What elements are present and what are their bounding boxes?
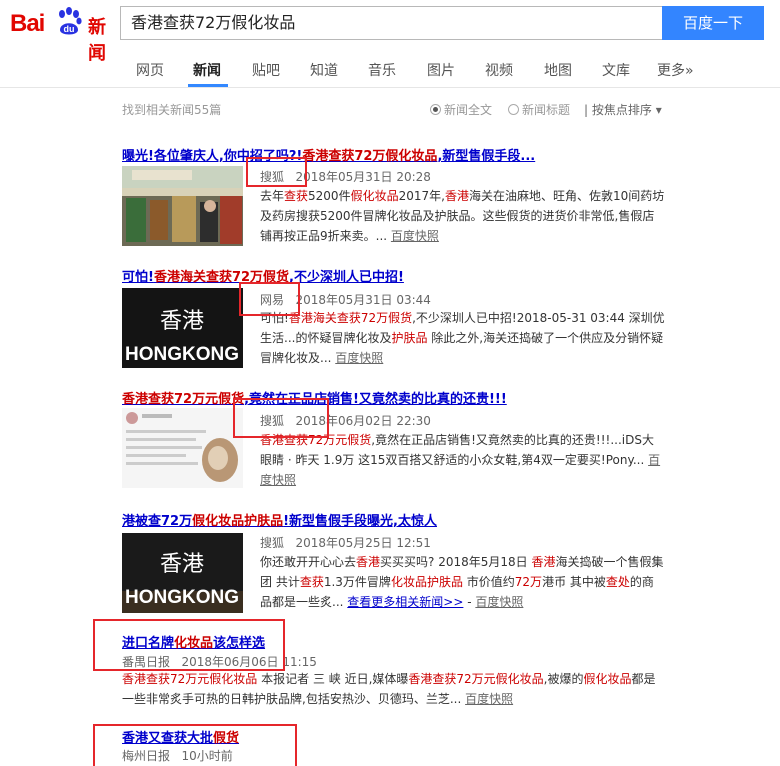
shop-photo-image — [122, 166, 243, 246]
tab-tieba[interactable]: 贴吧 — [252, 60, 280, 80]
radio-title[interactable] — [508, 104, 519, 115]
tab-images[interactable]: 图片 — [427, 60, 455, 80]
tab-web[interactable]: 网页 — [136, 60, 164, 80]
option-title-label: 新闻标题 — [522, 103, 571, 117]
hongkong-poster-image: 香港 HONGKONG — [122, 533, 243, 613]
annotation-box — [93, 724, 297, 766]
social-post-image — [122, 408, 243, 488]
search-button[interactable]: 百度一下 — [662, 6, 764, 40]
result-count: 找到相关新闻55篇 — [122, 103, 222, 117]
annotation-box — [239, 282, 300, 316]
result-summary: 你还敢开开心心去香港买买买吗? 2018年5月18日 香港海关捣破一个售假集团 … — [260, 555, 664, 609]
result-thumbnail[interactable] — [122, 166, 243, 246]
result-summary: 可怕!香港海关查获72万假货,不少深圳人已中招!2018-05-31 03:44… — [260, 311, 665, 365]
search-input[interactable]: 香港查获72万假化妆品 — [120, 6, 662, 40]
result-title[interactable]: 曝光!各位肇庆人,你中招了吗?!香港查获72万假化妆品,新型售假手段... — [122, 145, 535, 164]
result-title[interactable]: 港被查72万假化妆品护肤品!新型售假手段曝光,太惊人 — [122, 510, 437, 529]
result-thumbnail[interactable]: 香港 HONGKONG — [122, 533, 243, 613]
top-bar: Bai du 新闻 香港查获72万假化妆品 百度一下 — [0, 0, 780, 64]
nav-tabs: 网页 新闻 贴吧 知道 音乐 图片 视频 地图 文库 更多» — [0, 50, 780, 88]
logo-du-text: du — [64, 24, 75, 34]
result-summary: 香港查获72万元假货,竟然在正品店销售!又竟然卖的比真的还贵!!!...iDS大… — [260, 433, 661, 487]
active-tab-indicator — [188, 84, 228, 87]
tab-map[interactable]: 地图 — [544, 60, 572, 80]
tab-news[interactable]: 新闻 — [193, 60, 221, 80]
poster-cn-text: 香港 — [160, 552, 204, 577]
snapshot-link[interactable]: 百度快照 — [391, 229, 439, 243]
baidu-news-logo[interactable]: Bai du 新闻 — [10, 4, 110, 64]
tab-music[interactable]: 音乐 — [368, 60, 396, 80]
option-fulltext-label: 新闻全文 — [444, 103, 493, 117]
option-fulltext[interactable]: 新闻全文 — [430, 101, 492, 118]
sort-label: 按焦点排序 — [591, 103, 652, 117]
result-thumbnail[interactable]: 香港 HONGKONG — [122, 288, 243, 368]
logo-bai-text: Bai — [10, 10, 45, 37]
result-summary: 去年查获5200件假化妆品2017年,香港海关在油麻地、旺角、佐敦10间药坊及药… — [260, 189, 665, 243]
poster-cn-text: 香港 — [160, 309, 204, 334]
result-source: 搜狐 2018年05月25日 12:51 — [260, 536, 431, 550]
more-news-link[interactable]: 查看更多相关新闻>> — [347, 595, 463, 609]
tab-zhidao[interactable]: 知道 — [310, 60, 338, 80]
snapshot-link[interactable]: 百度快照 — [335, 351, 383, 365]
tab-wenku[interactable]: 文库 — [602, 60, 630, 80]
tab-video[interactable]: 视频 — [485, 60, 513, 80]
annotation-box — [93, 619, 285, 671]
result-summary: 香港查获72万元假化妆品 本报记者 三 峡 近日,媒体曝香港查获72万元假化妆品… — [122, 672, 656, 706]
hongkong-poster-image: 香港 HONGKONG — [122, 288, 243, 368]
chevron-down-icon: ▾ — [655, 103, 662, 117]
snapshot-link[interactable]: 百度快照 — [475, 595, 523, 609]
annotation-box — [233, 398, 329, 438]
poster-en-text: HONGKONG — [125, 344, 239, 365]
option-title[interactable]: 新闻标题 — [508, 101, 570, 118]
radio-fulltext[interactable] — [430, 104, 441, 115]
sort-dropdown[interactable]: | 按焦点排序 ▾ — [584, 101, 662, 118]
annotation-box — [246, 157, 307, 187]
result-thumbnail[interactable] — [122, 408, 243, 488]
paw-icon: du — [59, 7, 82, 35]
poster-en-text: HONGKONG — [125, 587, 239, 608]
snapshot-link[interactable]: 百度快照 — [465, 692, 513, 706]
tab-more[interactable]: 更多» — [657, 60, 694, 80]
